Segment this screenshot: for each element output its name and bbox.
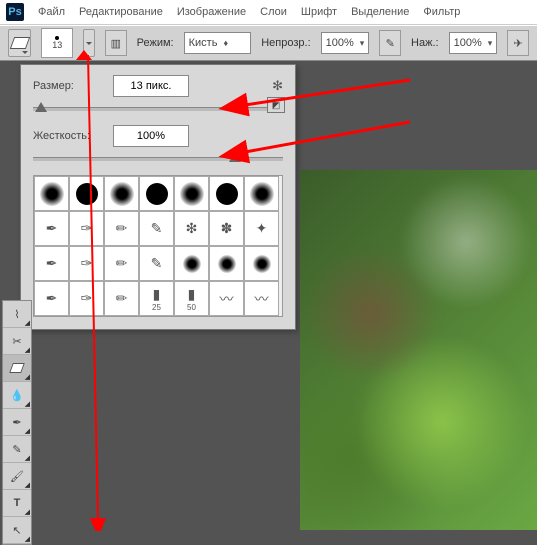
app-logo: Ps <box>6 3 24 21</box>
preset-tip[interactable] <box>209 246 244 281</box>
options-bar: 13 ▥ Режим: Кисть♦ Непрозр.: 100%▾ ✎ Наж… <box>0 25 537 61</box>
size-input[interactable] <box>113 75 189 97</box>
preset-hard-round-3[interactable] <box>209 176 244 211</box>
menu-font[interactable]: Шрифт <box>301 6 337 18</box>
brush-settings-panel: Размер: ✻ ◩ Жесткость: ✒ ✑ ✏ ✎ ❇ ✽ ✦ <box>20 64 296 330</box>
preset-soft-round-4[interactable] <box>244 176 279 211</box>
flow-label: Наж.: <box>411 37 439 49</box>
tool-lasso[interactable]: ⌇◢ <box>3 301 31 328</box>
menubar: Ps Файл Редактирование Изображение Слои … <box>0 0 537 25</box>
preset-tip[interactable]: ✏ <box>104 246 139 281</box>
preset-tip[interactable]: ✒ <box>34 246 69 281</box>
tool-eyedropper[interactable]: ✎◢ <box>3 436 31 463</box>
tool-blur[interactable]: 💧◢ <box>3 382 31 409</box>
preset-soft-round[interactable] <box>34 176 69 211</box>
size-slider[interactable]: ◩ <box>33 101 283 115</box>
preset-tip[interactable] <box>174 246 209 281</box>
gear-icon[interactable]: ✻ <box>272 78 283 94</box>
brush-presets-grid: ✒ ✑ ✏ ✎ ❇ ✽ ✦ ✒ ✑ ✏ ✎ ✒ ✑ ✏ ▮25 ▮50 〰 〰 <box>33 175 283 317</box>
airbrush-button[interactable]: ✈ <box>507 30 529 56</box>
preset-tip-25[interactable]: ▮25 <box>139 281 174 316</box>
menu-select[interactable]: Выделение <box>351 6 409 18</box>
preset-tip[interactable]: ✎ <box>139 211 174 246</box>
hardness-input[interactable] <box>113 125 189 147</box>
brush-dropdown-button[interactable] <box>83 29 95 57</box>
preset-tip[interactable]: ✏ <box>104 211 139 246</box>
current-tool-eraser[interactable] <box>8 29 31 57</box>
menu-layers[interactable]: Слои <box>260 6 287 18</box>
toolbox: ⌇◢ ✂◢ ◢ 💧◢ ✒◢ ✎◢ 🖌◢ T◢ ↖◢ <box>2 300 32 545</box>
preset-tip[interactable]: ✦ <box>244 211 279 246</box>
preset-tip[interactable]: 〰 <box>244 281 279 316</box>
preset-tip[interactable]: ✑ <box>69 281 104 316</box>
preset-tip[interactable]: ✽ <box>209 211 244 246</box>
mode-label: Режим: <box>137 37 174 49</box>
preset-tip[interactable]: ✑ <box>69 211 104 246</box>
preset-soft-round-3[interactable] <box>174 176 209 211</box>
hardness-label: Жесткость: <box>33 130 113 142</box>
flow-input[interactable]: 100%▾ <box>449 32 498 54</box>
tool-pen[interactable]: ✒◢ <box>3 409 31 436</box>
preset-tip[interactable]: ✎ <box>139 246 174 281</box>
new-preset-icon[interactable]: ◩ <box>267 97 285 113</box>
tool-crop[interactable]: ✂◢ <box>3 328 31 355</box>
preset-tip[interactable]: ✒ <box>34 281 69 316</box>
opacity-label: Непрозр.: <box>261 37 310 49</box>
hardness-slider[interactable] <box>33 151 283 165</box>
preset-tip[interactable] <box>244 246 279 281</box>
preset-tip[interactable]: 〰 <box>209 281 244 316</box>
opacity-input[interactable]: 100%▾ <box>321 32 370 54</box>
preset-soft-round-2[interactable] <box>104 176 139 211</box>
brush-preset-picker[interactable]: 13 <box>41 28 73 58</box>
document-canvas[interactable] <box>300 170 537 530</box>
mode-select[interactable]: Кисть♦ <box>184 32 252 54</box>
preset-tip[interactable]: ✑ <box>69 246 104 281</box>
preset-tip-50[interactable]: ▮50 <box>174 281 209 316</box>
pressure-opacity-button[interactable]: ✎ <box>379 30 401 56</box>
preset-hard-round-2[interactable] <box>139 176 174 211</box>
menu-filter[interactable]: Фильтр <box>423 6 460 18</box>
preset-tip[interactable]: ❇ <box>174 211 209 246</box>
preset-hard-round[interactable] <box>69 176 104 211</box>
brush-panel-toggle[interactable]: ▥ <box>105 30 127 56</box>
tool-eraser[interactable]: ◢ <box>3 355 31 382</box>
brush-size-number: 13 <box>52 40 62 50</box>
menu-file[interactable]: Файл <box>38 6 65 18</box>
preset-tip[interactable]: ✏ <box>104 281 139 316</box>
preset-tip[interactable]: ✒ <box>34 211 69 246</box>
tool-brush[interactable]: 🖌◢ <box>3 463 31 490</box>
size-label: Размер: <box>33 80 113 92</box>
menu-edit[interactable]: Редактирование <box>79 6 163 18</box>
tool-type[interactable]: T◢ <box>3 490 31 517</box>
menu-image[interactable]: Изображение <box>177 6 246 18</box>
